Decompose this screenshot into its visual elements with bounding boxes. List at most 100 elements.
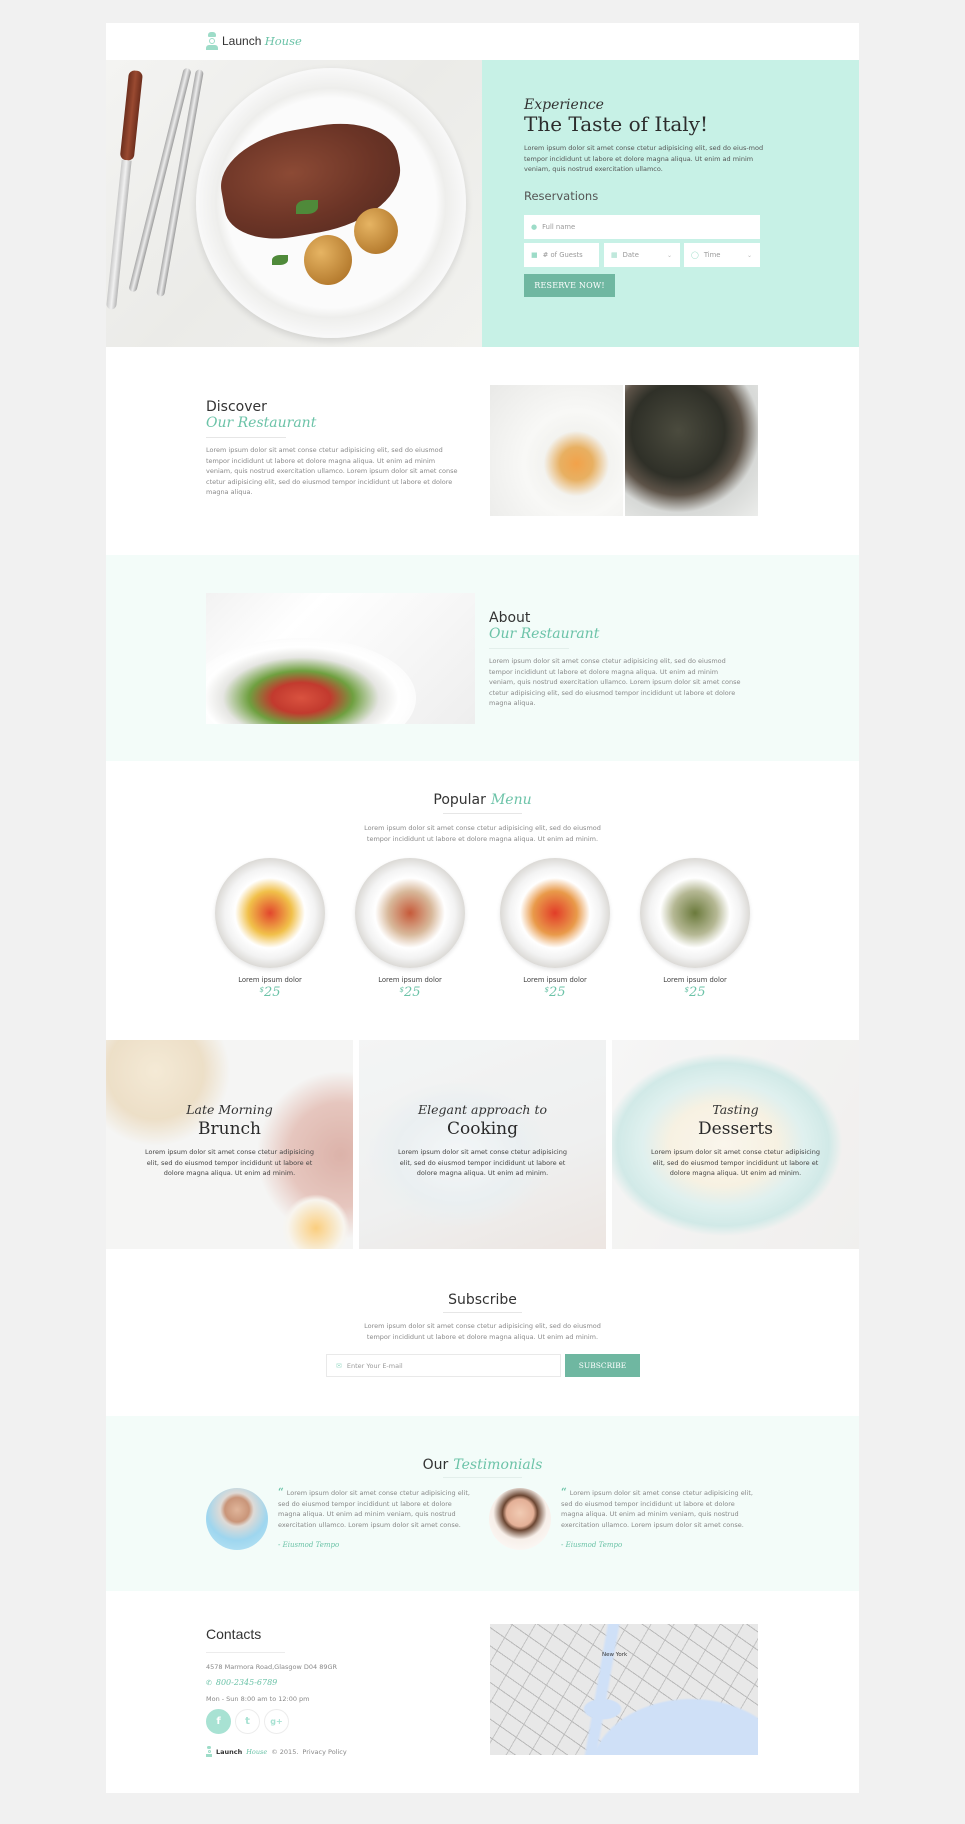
about-text: Lorem ipsum dolor sit amet conse ctetur … [489,657,741,707]
avatar [489,1488,551,1550]
reservation-panel: Experience The Taste of Italy! Lorem ips… [482,60,859,347]
testimonial-author: - Eiusmod Tempo [561,1541,623,1549]
quote-icon: “ [561,1487,567,1498]
potato-graphic [354,208,398,254]
divider [443,813,522,814]
quote-icon: “ [278,1487,284,1498]
map-label: New York [602,1652,628,1658]
time-placeholder: Time [703,251,721,259]
divider [206,1652,285,1653]
location-map[interactable]: New York [490,1624,758,1755]
guests-placeholder: # of Guests [542,251,583,259]
contacts-section: Contacts 4578 Marmora Road,Glasgow D04 8… [106,1591,859,1793]
divider [443,1477,522,1478]
dish-name: Lorem ipsum dolor [238,976,302,984]
hero-steak-image [106,60,482,347]
page-container: Launch House Experience The Taste of Ita… [106,23,859,1793]
google-plus-icon[interactable]: g+ [264,1709,289,1734]
chevron-down-icon: ⌄ [746,251,752,259]
facebook-icon[interactable]: f [206,1709,231,1734]
dish-name: Lorem ipsum dolor [378,976,442,984]
footer-brand-accent: House [246,1747,268,1756]
footer-copyright: Launch House © 2015. Privacy Policy [206,1746,347,1757]
discover-title: Discover [206,399,267,415]
dish-photo [640,858,750,968]
card-text: Lorem ipsum dolor sit amet conse ctetur … [398,1148,567,1177]
chef-icon [206,32,218,50]
potato-graphic [304,235,352,285]
subscribe-button[interactable]: SUBSCRIBE [565,1354,640,1377]
testimonial: “Lorem ipsum dolor sit amet conse ctetur… [489,1488,759,1558]
discover-text: Lorem ipsum dolor sit amet conse ctetur … [206,446,458,496]
user-icon: ● [531,223,538,231]
feature-card-cooking[interactable]: Elegant approach to Cooking Lorem ipsum … [359,1040,606,1249]
reserve-now-button[interactable]: RESERVE NOW! [524,274,615,297]
card-kicker: Elegant approach to [417,1102,547,1117]
divider [443,1312,522,1313]
privacy-policy-link[interactable]: Privacy Policy [302,1748,346,1756]
menu-description: Lorem ipsum dolor sit amet conse ctetur … [364,824,601,843]
clock-icon: ◯ [691,251,699,259]
chef-icon [206,1746,212,1757]
header: Launch House [106,23,859,60]
subscribe-text: Lorem ipsum dolor sit amet conse ctetur … [364,1322,601,1341]
about-subtitle: Our Restaurant [489,626,600,642]
dish-photo [215,858,325,968]
feature-card-brunch[interactable]: Late Morning Brunch Lorem ipsum dolor si… [106,1040,353,1249]
subscribe-title: Subscribe [448,1292,517,1308]
logo[interactable]: Launch House [206,32,302,50]
logo-text: Launch House [222,34,302,48]
feature-cards: Late Morning Brunch Lorem ipsum dolor si… [106,1040,859,1249]
herb-graphic [296,200,318,214]
card-title: Cooking [446,1119,519,1139]
dish-price: $25 [259,985,281,1000]
phone[interactable]: ✆ 800-2345-6789 [206,1678,277,1687]
testimonial: “Lorem ipsum dolor sit amet conse ctetur… [206,1488,476,1558]
discover-section: Discover Our Restaurant Lorem ipsum dolo… [106,347,859,555]
menu-title-accent: Menu [490,792,532,808]
full-name-placeholder: Full name [542,223,576,231]
menu-item[interactable]: Lorem ipsum dolor $25 [500,858,610,1000]
popular-menu-section: Popular Menu Lorem ipsum dolor sit amet … [106,761,859,1040]
card-text: Lorem ipsum dolor sit amet conse ctetur … [145,1148,314,1177]
dish-photo [355,858,465,968]
divider [489,648,569,649]
email-placeholder: Enter Your E-mail [346,1361,403,1370]
hero-section: Experience The Taste of Italy! Lorem ips… [106,60,859,347]
herb-graphic [272,255,288,265]
testimonial-quote: “Lorem ipsum dolor sit amet conse ctetur… [561,1487,753,1529]
social-links: f t g+ [206,1709,289,1734]
footer-brand: Launch [216,1747,243,1756]
about-section: About Our Restaurant Lorem ipsum dolor s… [106,555,859,761]
testimonial-quote: “Lorem ipsum dolor sit amet conse ctetur… [278,1487,470,1529]
salad-photo [206,593,475,724]
chevron-down-icon: ⌄ [666,251,672,259]
date-placeholder: Date [622,251,639,259]
testimonial-author: - Eiusmod Tempo [278,1541,340,1549]
opening-hours: Mon - Sun 8:00 am to 12:00 pm [206,1695,310,1703]
menu-item[interactable]: Lorem ipsum dolor $25 [215,858,325,1000]
testimonials-section: Our Testimonials “Lorem ipsum dolor sit … [106,1416,859,1591]
dish-photo [500,858,610,968]
card-kicker: Tasting [712,1102,759,1117]
card-kicker: Late Morning [186,1102,273,1117]
dish-name: Lorem ipsum dolor [523,976,587,984]
guests-icon: ■ [531,251,538,259]
twitter-icon[interactable]: t [235,1709,260,1734]
time-select[interactable]: ◯ Time ⌄ [684,243,760,267]
subscribe-section: Subscribe Lorem ipsum dolor sit amet con… [106,1249,859,1416]
dish-price: $25 [684,985,706,1000]
testimonials-title-accent: Testimonials [453,1457,543,1473]
email-input[interactable]: ✉ Enter Your E-mail [326,1354,561,1377]
testimonials-title: Our [422,1457,449,1473]
date-select[interactable]: ▦ Date ⌄ [604,243,680,267]
menu-item[interactable]: Lorem ipsum dolor $25 [355,858,465,1000]
address: 4578 Marmora Road,Glasgow D04 89GR [206,1663,338,1671]
pasta-photo [490,385,623,516]
logo-name-accent: House [264,34,302,48]
feature-card-desserts[interactable]: Tasting Desserts Lorem ipsum dolor sit a… [612,1040,859,1249]
about-title: About [489,610,531,626]
guests-input[interactable]: ■ # of Guests [524,243,599,267]
menu-item[interactable]: Lorem ipsum dolor $25 [640,858,750,1000]
full-name-input[interactable]: ● Full name [524,215,760,239]
